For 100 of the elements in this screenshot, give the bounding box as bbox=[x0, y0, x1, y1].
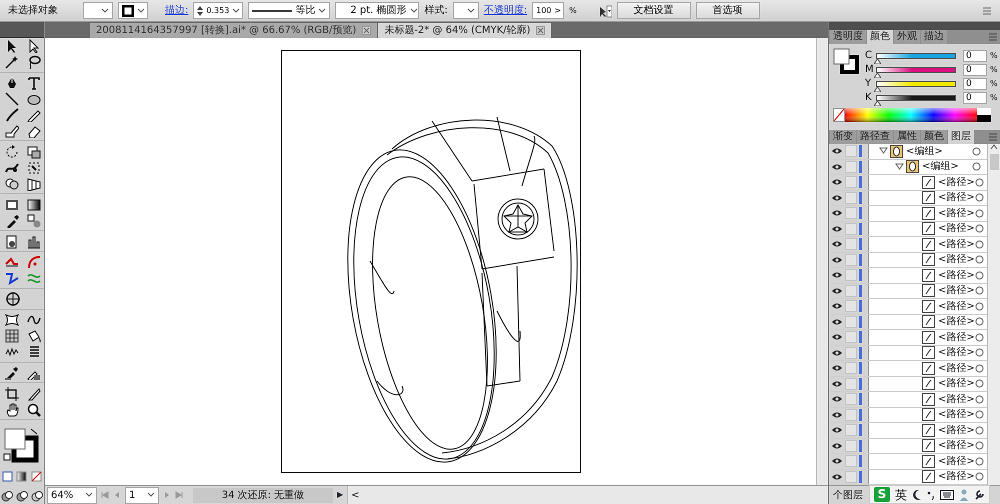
eye-icon[interactable] bbox=[831, 286, 843, 296]
lock-toggle[interactable] bbox=[845, 238, 857, 250]
layer-row[interactable]: <路径> bbox=[829, 190, 987, 206]
eye-icon[interactable] bbox=[831, 456, 843, 466]
panel-tab[interactable]: 图层 bbox=[948, 130, 974, 144]
magic-wand-icon[interactable] bbox=[4, 54, 18, 70]
zigzag-line-icon[interactable] bbox=[4, 270, 18, 286]
stroke-profile-dropdown[interactable]: 等比 bbox=[248, 2, 330, 19]
eye-icon[interactable] bbox=[831, 162, 843, 172]
scroll-up-icon[interactable] bbox=[990, 144, 998, 150]
lock-toggle[interactable] bbox=[845, 300, 857, 312]
layer-row[interactable]: <路径> bbox=[829, 470, 987, 485]
line-tool-icon[interactable] bbox=[4, 91, 18, 106]
disclosure-triangle-icon[interactable] bbox=[895, 162, 904, 171]
slider-thumb-icon[interactable] bbox=[874, 86, 881, 92]
document-tab[interactable]: 未标题-2* @ 64% (CMYK/轮廓) bbox=[378, 23, 552, 38]
eye-icon[interactable] bbox=[831, 378, 843, 389]
toolbar-button[interactable]: 文档设置 bbox=[616, 2, 691, 19]
lock-toggle[interactable] bbox=[845, 331, 857, 344]
lock-toggle[interactable] bbox=[845, 316, 857, 328]
lock-toggle[interactable] bbox=[845, 346, 857, 359]
close-icon[interactable] bbox=[362, 26, 372, 35]
layer-row[interactable]: <路径> bbox=[829, 299, 987, 314]
panel-tab[interactable]: 路径查 bbox=[857, 130, 893, 144]
layer-row[interactable]: <编组> bbox=[829, 144, 987, 160]
panel-tab[interactable]: 颜色 bbox=[867, 30, 893, 44]
panel-menu-icon[interactable] bbox=[988, 133, 998, 141]
target-circle-icon[interactable] bbox=[974, 286, 984, 296]
perspective-grid-icon[interactable] bbox=[26, 176, 40, 191]
lock-toggle[interactable] bbox=[845, 176, 857, 188]
layers-scrollbar[interactable] bbox=[987, 144, 1000, 485]
channel-value-field[interactable]: 0 bbox=[963, 92, 987, 104]
lock-toggle[interactable] bbox=[845, 455, 857, 468]
layer-row[interactable]: <路径> bbox=[829, 392, 987, 408]
target-circle-icon[interactable] bbox=[974, 302, 984, 311]
punctuation-icon[interactable] bbox=[927, 490, 935, 500]
panel-tab[interactable]: 外观 bbox=[894, 30, 920, 44]
layer-row[interactable]: <路径> bbox=[829, 408, 987, 423]
eye-icon[interactable] bbox=[831, 146, 843, 156]
zoom-dropdown[interactable]: 64% bbox=[47, 486, 97, 504]
eye-icon[interactable] bbox=[831, 348, 843, 358]
eye-icon[interactable] bbox=[831, 363, 843, 374]
type-tool-icon[interactable] bbox=[26, 75, 40, 90]
target-circle-icon[interactable] bbox=[974, 208, 984, 218]
close-icon[interactable] bbox=[536, 26, 546, 35]
layer-row[interactable]: <路径> bbox=[829, 346, 987, 361]
layer-row[interactable]: <路径> bbox=[829, 284, 987, 299]
lock-toggle[interactable] bbox=[845, 207, 857, 220]
eye-icon[interactable] bbox=[831, 192, 843, 203]
target-circle-icon[interactable] bbox=[974, 255, 984, 264]
eye-icon[interactable] bbox=[831, 224, 843, 234]
eye-icon[interactable] bbox=[831, 301, 843, 312]
target-circle-icon[interactable] bbox=[974, 224, 984, 234]
target-circle-icon[interactable] bbox=[974, 178, 984, 187]
layer-row[interactable]: <路径> bbox=[829, 423, 987, 438]
keyboard-icon[interactable] bbox=[940, 490, 954, 500]
layer-row[interactable]: <路径> bbox=[829, 376, 987, 392]
chevron-down-icon[interactable] bbox=[466, 8, 475, 14]
zoom-icon[interactable] bbox=[26, 402, 40, 417]
layer-row[interactable]: <路径> bbox=[829, 454, 987, 470]
fill-stroke-swatch-icon[interactable] bbox=[833, 48, 859, 74]
layer-row[interactable]: <路径> bbox=[829, 314, 987, 330]
none-mode-icon[interactable] bbox=[31, 470, 42, 482]
layer-row[interactable]: <路径> bbox=[829, 438, 987, 454]
column-graph-icon[interactable] bbox=[26, 234, 40, 249]
normal-draw-icon[interactable] bbox=[1, 490, 14, 502]
target-circle-icon[interactable] bbox=[974, 410, 984, 420]
layer-row[interactable]: <路径> bbox=[829, 361, 987, 376]
panel-menu-icon[interactable] bbox=[982, 6, 992, 14]
eye-icon[interactable] bbox=[831, 440, 843, 451]
arc-curve-icon[interactable] bbox=[26, 254, 40, 270]
artboard-tool-icon[interactable] bbox=[4, 386, 18, 401]
target-circle-icon[interactable] bbox=[974, 270, 984, 280]
gradient-mode-icon[interactable] bbox=[16, 470, 28, 482]
chevron-down-icon[interactable] bbox=[147, 492, 155, 498]
target-circle-icon[interactable] bbox=[974, 456, 984, 466]
channel-value-field[interactable]: 0 bbox=[963, 64, 987, 76]
chevron-down-icon[interactable] bbox=[137, 8, 145, 14]
target-circle-icon[interactable] bbox=[974, 441, 984, 450]
panel-tab[interactable]: 透明度 bbox=[830, 30, 866, 44]
vertical-scrollbar[interactable] bbox=[816, 38, 828, 485]
layer-row[interactable]: <路径> bbox=[829, 206, 987, 222]
free-transform-icon[interactable] bbox=[26, 160, 40, 175]
target-circle-icon[interactable] bbox=[974, 193, 984, 202]
moon-icon[interactable] bbox=[912, 488, 922, 500]
target-circle-icon[interactable] bbox=[974, 472, 984, 482]
eye-icon[interactable] bbox=[831, 239, 843, 250]
slider-thumb-icon[interactable] bbox=[874, 72, 881, 78]
ime-mode-toggle[interactable]: 英 bbox=[895, 486, 907, 504]
lock-toggle[interactable] bbox=[845, 393, 857, 406]
panel-tab[interactable]: 颜色 bbox=[921, 130, 947, 144]
slider-thumb-icon[interactable] bbox=[874, 100, 881, 106]
target-circle-icon[interactable] bbox=[974, 317, 984, 326]
layer-row[interactable]: <路径> bbox=[829, 237, 987, 252]
scroll-thumb[interactable] bbox=[990, 154, 998, 170]
target-circle-icon[interactable] bbox=[974, 394, 984, 404]
eye-icon[interactable] bbox=[831, 316, 843, 327]
eye-icon[interactable] bbox=[831, 394, 843, 404]
panel-tab[interactable]: 属性 bbox=[894, 130, 920, 144]
horizontal-scrollbar[interactable]: < bbox=[347, 486, 828, 504]
